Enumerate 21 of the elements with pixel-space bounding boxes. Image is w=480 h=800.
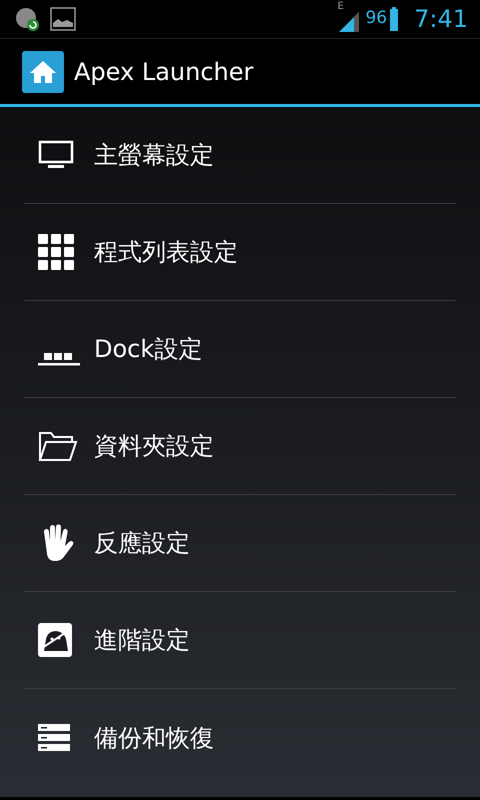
clock-time: 7:41 [414,4,468,35]
settings-item[interactable]: 程式列表設定 [94,234,238,270]
network-type: E [337,2,344,12]
app-title: Apex Launcher [74,56,254,88]
monitor-icon [38,140,74,170]
battery-icon [390,7,398,31]
sync-icon [14,6,40,32]
storage-icon [38,724,70,752]
dock-icon [38,353,80,367]
settings-item[interactable]: 資料夾設定 [94,428,214,464]
signal-icon [339,12,360,32]
settings-item[interactable]: Dock設定 [94,331,202,367]
home-icon[interactable] [22,50,64,92]
settings-item[interactable]: 反應設定 [94,525,190,561]
battery-level: 96 [365,7,388,30]
folder-icon [38,430,78,462]
settings-item[interactable]: 主螢幕設定 [94,137,214,173]
image-icon [50,7,76,31]
settings-item[interactable]: 進階設定 [94,622,190,658]
grid-icon [38,234,74,270]
settings-item[interactable]: 備份和恢復 [94,720,214,756]
